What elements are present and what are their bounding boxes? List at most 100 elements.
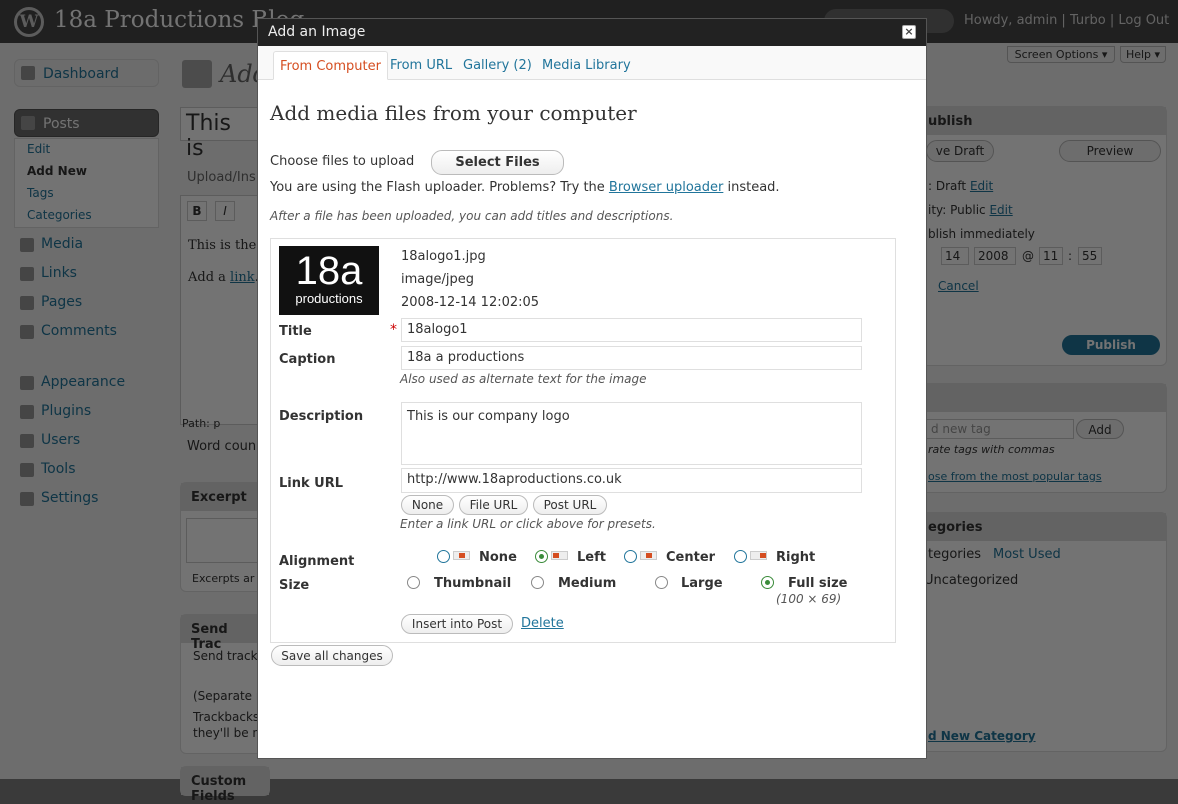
add-tag-button[interactable]: Add [1076, 419, 1124, 439]
most-used-tab[interactable]: Most Used [993, 547, 1061, 562]
publish-button[interactable]: Publish [1062, 335, 1160, 355]
new-tag-input[interactable]: d new tag [926, 419, 1074, 439]
users-icon [20, 434, 34, 448]
select-files-button[interactable]: Select Files [431, 150, 564, 175]
size-medium-label[interactable]: Medium [558, 576, 616, 591]
categories-box: egories tegories Most Used Uncategorized… [905, 512, 1167, 752]
link-url-label: Link URL [279, 476, 344, 491]
menu-tools[interactable]: Tools [14, 461, 76, 477]
preview-button[interactable]: Preview [1059, 140, 1161, 162]
menu-plugins[interactable]: Plugins [14, 403, 91, 419]
posts-icon [21, 116, 35, 130]
size-large-label[interactable]: Large [681, 576, 723, 591]
menu-settings[interactable]: Settings [14, 490, 98, 506]
title-input[interactable]: 18alogo1 [401, 318, 862, 342]
size-thumbnail-radio[interactable] [407, 576, 420, 589]
save-all-changes-button[interactable]: Save all changes [271, 645, 393, 666]
bold-button[interactable]: B [187, 201, 207, 221]
browser-uploader-link[interactable]: Browser uploader [609, 180, 723, 195]
status-edit-link[interactable]: Edit [970, 179, 993, 193]
tab-gallery[interactable]: Gallery (2) [457, 51, 538, 80]
editor-line-2: Add a link... [188, 270, 267, 285]
editor-path: Path: p [182, 417, 221, 430]
caption-input[interactable]: 18a a productions [401, 346, 862, 370]
excerpt-help: Excerpts ar [192, 572, 255, 585]
wordpress-logo-icon: W [14, 7, 44, 37]
plugins-icon [20, 405, 34, 419]
excerpt-textarea[interactable] [186, 518, 266, 563]
size-thumbnail-label[interactable]: Thumbnail [434, 576, 511, 591]
description-textarea[interactable]: This is our company logo [401, 402, 862, 465]
year-input[interactable]: 2008 [974, 247, 1016, 265]
editor-area[interactable]: B I This is the r Add a link... [180, 195, 267, 425]
user-links[interactable]: Howdy, admin | Turbo | Log Out [964, 13, 1169, 28]
screen-options-button[interactable]: Screen Options ▾ [1007, 46, 1115, 63]
size-large-radio[interactable] [655, 576, 668, 589]
submenu-edit[interactable]: Edit [15, 139, 158, 161]
popular-tags-link[interactable]: ose from the most popular tags [928, 470, 1102, 483]
trackbacks-line-1: Send track [193, 649, 258, 663]
hour-input[interactable]: 11 [1039, 247, 1063, 265]
size-full-radio[interactable] [761, 576, 774, 589]
word-count: Word coun [187, 439, 257, 454]
delete-link[interactable]: Delete [521, 616, 564, 631]
align-center-label[interactable]: Center [666, 550, 715, 565]
uncategorized-checkbox[interactable]: Uncategorized [924, 573, 1018, 588]
menu-pages[interactable]: Pages [14, 294, 82, 310]
tab-media-library[interactable]: Media Library [536, 51, 637, 80]
link-post-url-button[interactable]: Post URL [533, 495, 607, 515]
minute-input[interactable]: 55 [1078, 247, 1102, 265]
link-none-button[interactable]: None [401, 495, 454, 515]
dialog-title: Add an Image [268, 24, 366, 40]
save-draft-button[interactable]: ve Draft [926, 140, 994, 162]
post-title-input[interactable]: This is [180, 107, 260, 161]
italic-button[interactable]: I [215, 201, 235, 221]
add-new-category-link[interactable]: d New Category [928, 729, 1036, 743]
posts-submenu: Edit Add New Tags Categories [14, 138, 159, 228]
menu-media[interactable]: Media [14, 236, 83, 252]
align-left-label[interactable]: Left [577, 550, 606, 565]
cancel-link[interactable]: Cancel [938, 279, 979, 293]
menu-appearance[interactable]: Appearance [14, 374, 125, 390]
submenu-tags[interactable]: Tags [15, 183, 158, 205]
align-right-icon [750, 551, 767, 560]
menu-comments[interactable]: Comments [14, 323, 117, 339]
menu-users[interactable]: Users [14, 432, 80, 448]
size-full-label[interactable]: Full size [788, 576, 848, 591]
align-center-icon [640, 551, 657, 560]
editor-line-1: This is the r [188, 238, 267, 253]
menu-dashboard[interactable]: Dashboard [14, 59, 159, 87]
align-none-radio[interactable] [437, 550, 450, 563]
day-input[interactable]: 14 [941, 247, 969, 265]
align-right-radio[interactable] [734, 550, 747, 563]
tab-from-url[interactable]: From URL [384, 51, 458, 80]
help-button[interactable]: Help ▾ [1120, 46, 1166, 63]
caption-help: Also used as alternate text for the imag… [400, 372, 647, 386]
menu-posts[interactable]: Posts [14, 109, 159, 137]
size-medium-radio[interactable] [531, 576, 544, 589]
align-right-label[interactable]: Right [776, 550, 815, 565]
tab-from-computer[interactable]: From Computer [273, 51, 388, 80]
align-center-radio[interactable] [624, 550, 637, 563]
insert-into-post-button[interactable]: Insert into Post [401, 614, 513, 634]
editor-link[interactable]: link [230, 270, 255, 285]
submenu-categories[interactable]: Categories [15, 205, 158, 227]
menu-links[interactable]: Links [14, 265, 77, 281]
trackbacks-line-3: Trackbacks [193, 710, 260, 724]
align-none-label[interactable]: None [479, 550, 517, 565]
all-categories-tab[interactable]: tegories [928, 547, 981, 562]
dialog-titlebar: Add an Image × [258, 19, 926, 46]
close-icon[interactable]: × [902, 25, 916, 39]
link-url-input[interactable]: http://www.18aproductions.co.uk [401, 468, 862, 493]
appearance-icon [20, 376, 34, 390]
publish-box: ublish ve Draft Preview : Draft Edit ity… [905, 106, 1167, 366]
publish-title: ublish [906, 107, 1166, 135]
caption-label: Caption [279, 352, 336, 367]
thumbnail-logo-text: 18a [295, 249, 363, 293]
submenu-add-new[interactable]: Add New [15, 161, 158, 183]
visibility-edit-link[interactable]: Edit [989, 203, 1012, 217]
link-file-url-button[interactable]: File URL [459, 495, 528, 515]
align-left-radio[interactable] [535, 550, 548, 563]
custom-fields-title: Custom Fields [181, 767, 269, 804]
description-label: Description [279, 409, 364, 424]
